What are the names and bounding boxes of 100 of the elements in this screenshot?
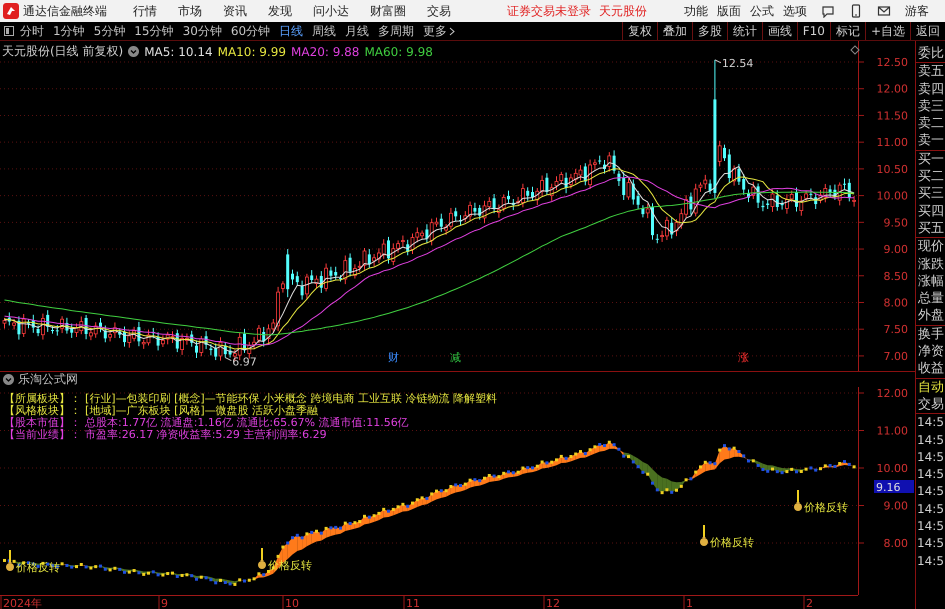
signal-label: 价格反转 — [710, 536, 754, 549]
axis-label: 10 — [285, 597, 299, 609]
quote-label: 卖二 — [917, 115, 945, 132]
info-value: 市盈率:26.17 净资收益率:5.29 主营利润率:6.29 — [85, 429, 327, 441]
toolbar-button[interactable]: 叠加 — [656, 22, 692, 40]
quote-label: 卖一 — [917, 132, 945, 150]
trade-time: 14:5 — [916, 552, 945, 570]
indicator-value: MA5: 10.14 — [144, 44, 213, 58]
quote-label: 涨幅 — [917, 272, 945, 290]
trade-label[interactable]: 交易 — [916, 396, 945, 414]
menu-item[interactable]: 功能 — [684, 2, 708, 20]
info-label: 【所属板块】： — [4, 393, 81, 405]
trade-time: 14:5 — [916, 466, 945, 484]
trade-time: 14:5 — [916, 500, 945, 518]
period-tab[interactable]: 分时 — [20, 22, 44, 40]
axis-label: 12.00 — [876, 387, 908, 400]
trade-time: 14:5 — [916, 414, 945, 432]
menu-item[interactable]: 行情 — [133, 2, 157, 20]
axis-label: 9.00 — [884, 500, 908, 512]
indicator-value: MA10: 9.99 — [218, 44, 286, 58]
more-menu[interactable]: 更多 — [423, 22, 456, 40]
axis-label: 12.00 — [876, 82, 908, 96]
panel-title: 乐淘公式网 — [18, 371, 78, 388]
info-value: [行业]—包装印刷 [概念]—节能环保 小米概念 跨境电商 工业互联 冷链物流 降解塑料 — [85, 393, 498, 405]
axis-label: 8.00 — [884, 296, 908, 310]
axis-label: 9.50 — [884, 216, 908, 230]
app-title: 通达信金融终端 — [23, 2, 107, 20]
period-tab[interactable]: 日线 — [279, 22, 304, 40]
toolbar-button[interactable]: +自选 — [864, 22, 910, 40]
notice-link[interactable]: 证券交易未登录 — [507, 2, 591, 20]
period-tab[interactable]: 多周期 — [378, 22, 414, 40]
event-mark[interactable]: 减 — [450, 351, 461, 364]
trade-time: 14:5 — [916, 535, 945, 552]
axis-label: 2 — [806, 597, 813, 609]
quote-label: 卖四 — [917, 80, 945, 98]
event-mark[interactable]: 涨 — [738, 351, 749, 364]
toolbar-button[interactable]: 返回 — [910, 22, 945, 40]
axis-label: 11.00 — [876, 424, 908, 438]
quote-label: 委比 — [917, 45, 945, 62]
quote-label: 卖三 — [917, 98, 945, 116]
signal-label: 价格反转 — [268, 559, 312, 572]
info-label: 【股本市值】： — [4, 417, 81, 429]
axis-label: 10.00 — [876, 462, 908, 475]
info-value: [地域]—广东板块 [风格]—微盘股 活跃小盘季融 — [85, 405, 318, 417]
info-value: 总股本:1.77亿 流通盘:1.16亿 流通比:65.67% 流通市值:11.56亿 — [85, 417, 409, 429]
quote-label: 换手 — [917, 326, 945, 344]
toolbar-button[interactable]: 标记 — [830, 22, 865, 40]
period-tab[interactable]: 月线 — [345, 22, 370, 40]
toolbar-button[interactable]: 多股 — [692, 22, 727, 40]
axis-label: 11.50 — [876, 109, 908, 122]
info-label: 【风格板块】： — [4, 405, 81, 417]
menu-item[interactable]: 问小达 — [313, 2, 349, 20]
axis-label: 9.00 — [884, 243, 908, 256]
toolbar-button[interactable]: 统计 — [726, 22, 762, 40]
menu-item[interactable]: 交易 — [427, 2, 451, 20]
period-tab[interactable]: 1分钟 — [53, 22, 85, 40]
axis-label: 8.50 — [884, 270, 908, 283]
axis-label: 1 — [686, 597, 693, 609]
quote-label: 买二 — [917, 168, 945, 186]
menu-item[interactable]: 选项 — [783, 2, 807, 20]
menu-item[interactable]: 发现 — [268, 2, 292, 20]
axis-label: 12.50 — [876, 56, 908, 69]
toolbar-button[interactable]: F10 — [796, 22, 830, 40]
axis-label: 10.50 — [876, 162, 908, 176]
axis-label: 7.50 — [884, 323, 908, 336]
quote-label: 买一 — [917, 150, 945, 168]
notice-link[interactable]: 天元股份 — [599, 2, 647, 20]
axis-label: 2024年 — [3, 597, 42, 609]
period-tab[interactable]: 15分钟 — [134, 22, 174, 40]
quote-label: 收益 — [917, 360, 945, 378]
axis-label: 11 — [406, 597, 420, 609]
quote-label: 涨跌 — [917, 256, 945, 273]
user-name[interactable]: 游客 — [905, 2, 929, 20]
quote-label: 总量 — [917, 290, 945, 308]
menu-item[interactable]: 公式 — [750, 2, 774, 20]
quote-label: 买三 — [917, 185, 945, 203]
axis-label: 9 — [161, 597, 168, 609]
trade-time: 14:5 — [916, 518, 945, 536]
menu-item[interactable]: 资讯 — [223, 2, 247, 20]
quote-label: 卖五 — [917, 63, 945, 81]
toolbar-button[interactable]: 复权 — [622, 22, 657, 40]
trade-time: 14:5 — [916, 483, 945, 500]
period-tab[interactable]: 60分钟 — [230, 22, 270, 40]
indicator-value: MA20: 9.88 — [291, 44, 360, 58]
quote-label: 净资 — [917, 343, 945, 360]
low-price-label: 6.97 — [232, 356, 257, 369]
period-tab[interactable]: 30分钟 — [182, 22, 222, 40]
axis-label: 7.00 — [884, 350, 908, 363]
auto-trade-label[interactable]: 自动 — [916, 378, 945, 396]
quote-label: 现价 — [917, 238, 945, 256]
menu-item[interactable]: 市场 — [178, 2, 202, 20]
toolbar-button[interactable]: 画线 — [762, 22, 797, 40]
event-mark[interactable]: 财 — [388, 351, 399, 364]
trade-time: 14:5 — [916, 448, 945, 466]
period-tab[interactable]: 周线 — [312, 22, 336, 40]
period-tab[interactable]: 5分钟 — [94, 22, 126, 40]
menu-item[interactable]: 版面 — [717, 2, 741, 20]
menu-item[interactable]: 财富圈 — [370, 2, 406, 20]
signal-label: 价格反转 — [16, 561, 60, 574]
info-label: 【当前业绩】： — [4, 429, 81, 441]
